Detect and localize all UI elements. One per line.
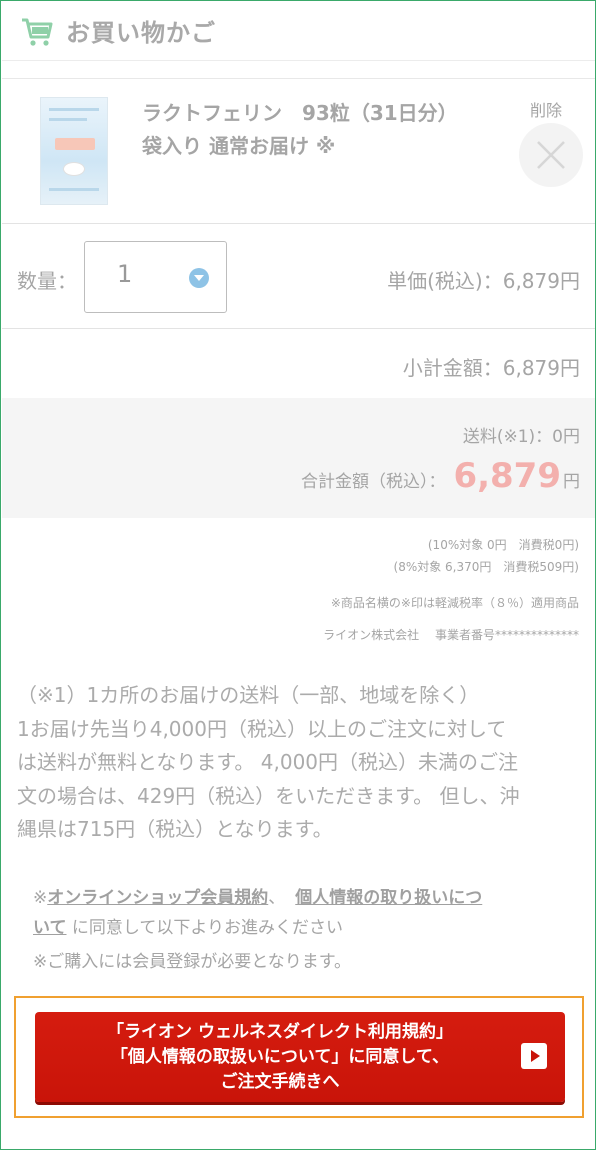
grand-total-amount: 6,879 <box>453 456 561 496</box>
shipping-note-line: は送料が無料となります。 4,000円（税込）未満のご注 <box>17 750 519 774</box>
subtotal: 小計金額：6,879円 <box>402 356 580 380</box>
member-registration-note: ※ご購入には会員登録が必要となります。 <box>33 952 352 972</box>
shipping-note-line: （※1）1カ所のお届けの送料（一部、地域を除く） <box>17 683 480 707</box>
cta-highlight-box: 「ライオン ウェルネスダイレクト利用規約」 「個人情報の取扱いについて」に同意し… <box>14 996 584 1118</box>
shipping-note-line: 1お届け先当り4,000円（税込）以上のご注文に対して <box>17 716 507 741</box>
consent-suffix: に同意して以下よりお進みください <box>66 918 344 938</box>
company-info: ライオン株式会社 事業者番号************** <box>323 628 579 642</box>
shipping-note: （※1）1カ所のお届けの送料（一部、地域を除く） 1お届け先当り4,000円（税… <box>17 679 583 847</box>
cart-page: お買い物かご ラクトフェリン 93粒（31日分） 袋入り 通常お届け ※ 削除 … <box>0 0 596 1150</box>
cart-item: ラクトフェリン 93粒（31日分） 袋入り 通常お届け ※ 削除 <box>2 79 595 224</box>
subtotal-row: 小計金額：6,879円 <box>2 330 595 398</box>
page-header: お買い物かご <box>2 1 595 61</box>
quantity-label: 数量： <box>17 269 77 293</box>
checkout-button-label: 「ライオン ウェルネスダイレクト利用規約」 「個人情報の取扱いについて」に同意し… <box>35 1020 525 1095</box>
quantity-row: 数量： 1 単価(税込)：6,879円 <box>2 225 595 329</box>
consent-prefix: ※ <box>33 888 48 908</box>
close-icon <box>537 141 565 169</box>
unit-price: 単価(税込)：6,879円 <box>387 269 580 293</box>
privacy-policy-link[interactable]: 個人情報の取り扱いにつ <box>295 888 482 908</box>
checkout-label-line: 「ライオン ウェルネスダイレクト利用規約」 <box>107 1022 453 1042</box>
cart-icon <box>22 18 53 46</box>
grand-total: 合計金額（税込）： 6,879 円 <box>301 456 580 496</box>
reduced-tax-note: ※商品名横の※印は軽減税率（８％）適用商品 <box>330 596 579 610</box>
tax-10-line: (10%対象 0円 消費税0円) <box>427 538 579 552</box>
shipping-fee: 送料(※1)：0円 <box>462 427 580 447</box>
totals-panel: 送料(※1)：0円 合計金額（税込）： 6,879 円 <box>2 398 595 518</box>
consent-separator: 、 <box>268 888 286 908</box>
shipping-note-line: 文の場合は、429円（税込）をいただきます。 但し、沖 <box>17 783 520 808</box>
product-name-line2: 袋入り 通常お届け ※ <box>142 134 336 158</box>
product-name[interactable]: ラクトフェリン 93粒（31日分） 袋入り 通常お届け ※ <box>142 97 502 163</box>
page-title: お買い物かご <box>66 19 216 47</box>
grand-total-yen: 円 <box>563 472 580 492</box>
checkout-label-line: 「個人情報の取扱いについて」に同意して、 <box>110 1047 450 1067</box>
tax-8-line: (8%対象 6,370円 消費税509円) <box>393 560 579 574</box>
play-icon <box>521 1043 547 1069</box>
delete-label: 削除 <box>530 101 563 120</box>
product-image[interactable] <box>40 97 108 205</box>
privacy-policy-link-cont[interactable]: いて <box>33 918 67 938</box>
checkout-label-line: ご注文手続きへ <box>220 1072 340 1092</box>
delete-button[interactable] <box>519 123 583 187</box>
proceed-to-checkout-button[interactable]: 「ライオン ウェルネスダイレクト利用規約」 「個人情報の取扱いについて」に同意し… <box>35 1012 565 1102</box>
shipping-note-line: 縄県は715円（税込）となります。 <box>17 817 333 841</box>
quantity-select[interactable]: 1 <box>84 241 227 313</box>
product-name-line1: ラクトフェリン 93粒（31日分） <box>142 101 458 125</box>
quantity-value: 1 <box>117 260 133 288</box>
consent-text: ※オンラインショップ会員規約、 個人情報の取り扱いにつ いて に同意して以下よりお… <box>33 883 573 943</box>
member-terms-link[interactable]: オンラインショップ会員規約 <box>47 888 268 908</box>
grand-total-label: 合計金額（税込）： <box>300 472 446 492</box>
chevron-down-icon <box>189 268 209 288</box>
